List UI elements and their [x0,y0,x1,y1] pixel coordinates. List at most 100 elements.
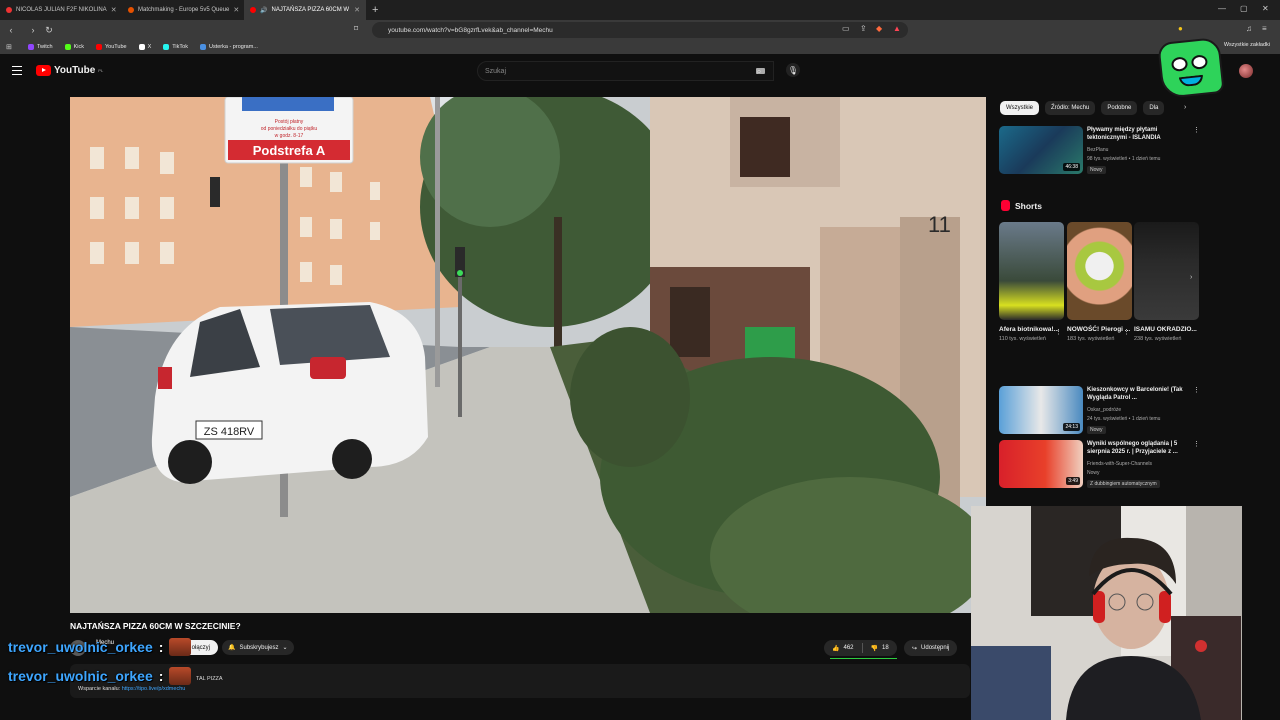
filter-chips: Wszystkie Źródło: Mechu Podobne Dla [1000,101,1165,115]
description-box[interactable]: TAL PIZZA Wsparcie kanału: https://tipo.… [70,664,970,698]
chevron-right-icon[interactable]: › [1184,104,1186,111]
close-icon[interactable]: ✕ [111,6,117,14]
media-icon[interactable]: ♫ [1246,24,1252,33]
bookmark-usterka[interactable]: Usterka - program... [199,44,258,50]
share-icon: ↪ [912,645,918,652]
share-page-icon[interactable]: ⇪ [860,24,867,33]
recommended-video[interactable]: 3:49 Wyniki wspólnego oglądania | 5 sier… [999,440,1200,490]
more-options-icon[interactable]: ⋮ [1055,328,1062,336]
chip-for-you[interactable]: Dla [1143,101,1165,115]
close-icon[interactable]: ✕ [354,6,360,14]
chevron-right-icon[interactable]: › [1190,274,1192,281]
mascot-mouth [1178,74,1204,88]
apps-grid-icon[interactable]: ⊞ [6,43,12,51]
close-icon[interactable]: ✕ [233,6,239,14]
thumbs-up-icon: 👍 [832,645,840,652]
like-button[interactable]: 👍 462 [824,645,862,652]
video-title[interactable]: Pływamy między płytami tektonicznymi - I… [1087,126,1191,143]
back-icon[interactable]: ‹ [4,25,18,35]
video-player[interactable]: 11 Postój płatny od poniedziałku do piąt… [70,97,986,613]
forward-icon[interactable]: › [26,25,40,35]
all-bookmarks-button[interactable]: Wszystkie zakładki [1224,42,1270,48]
chat-message: trevor_uwolnic_orkee : [8,638,192,656]
browser-tab[interactable]: Matchmaking - Europe 5v5 Queue ✕ [122,0,244,20]
chip-source[interactable]: Źródło: Mechu [1045,101,1096,115]
recommended-video[interactable]: 24:13 Kieszonkowcy w Barcelonie! (Tak Wy… [999,386,1200,436]
dislike-count: 18 [881,645,889,651]
webcam-feed [971,506,1242,720]
chip-similar[interactable]: Podobne [1101,101,1138,115]
youtube-icon [95,44,102,50]
video-title[interactable]: Kieszonkowcy w Barcelonie! (Tak Wygląda … [1087,386,1191,403]
url-field[interactable]: youtube.com/watch?v=bG8gzrfLvek&ab_chann… [372,22,908,38]
dislike-button[interactable]: 👎 18 [863,645,897,652]
subscribe-button[interactable]: 🔔 Subskrybujesz ⌄ [222,640,294,655]
more-options-icon[interactable]: ⋮ [1193,126,1200,134]
short-item[interactable]: Afera biotnikowa!... 110 tys. wyświetleń… [999,222,1064,344]
browser-tab-active[interactable]: 🔊 NAJTAŃSZA PIZZA 60CM W ✕ [244,0,366,20]
chip-all[interactable]: Wszystkie [1000,101,1039,115]
shorts-heading: Shorts [1001,200,1042,211]
video-thumbnail[interactable]: 3:49 [999,440,1083,488]
rewards-icon[interactable]: ▲ [893,24,901,33]
tab-title: Matchmaking - Europe 5v5 Queue [138,7,230,13]
share-button[interactable]: ↪ Udostępnij [904,640,958,656]
bell-icon: 🔔 [228,645,236,651]
sign-title: Podstrefa A [253,143,326,158]
maximize-icon[interactable]: ▢ [1240,4,1248,13]
bookmark-label: TikTok [172,44,188,50]
reload-icon[interactable]: ↻ [42,25,56,36]
short-thumbnail[interactable] [999,222,1064,320]
hamburger-menu-icon[interactable] [12,66,22,76]
twitch-icon [28,44,34,50]
search-button[interactable]: ⌕ [745,61,773,81]
short-item[interactable]: NOWOŚĆ! Pierogi ... 183 tys. wyświetleń … [1067,222,1132,344]
bookmark-tiktok[interactable]: TikTok [163,44,188,50]
recommended-video[interactable]: 46:38 Pływamy między płytami tektoniczny… [999,126,1200,176]
video-thumbnail[interactable]: 46:38 [999,126,1083,174]
short-title[interactable]: ISAMU OKRADZIO... [1134,325,1199,334]
bookmark-kick[interactable]: Kick [64,44,84,50]
bookmark-icon[interactable]: ⌑ [354,24,358,33]
search-input[interactable]: Szukaj [477,61,774,81]
extension-icon[interactable]: ● [1178,24,1183,33]
bookmark-youtube[interactable]: YouTube [95,44,127,50]
voice-search-button[interactable]: 🎙 [786,63,800,77]
browser-menu-icon[interactable]: ≡ [1262,24,1267,33]
video-channel[interactable]: Oskar_podróże [1087,407,1121,413]
browser-tab[interactable]: NICOLAS JULIAN F2F NIKOLINA ✕ [0,0,122,20]
more-options-icon[interactable]: ⋮ [1123,328,1130,336]
tab-title: NICOLAS JULIAN F2F NIKOLINA [16,7,107,13]
youtube-play-icon [36,65,51,76]
minimize-icon[interactable]: — [1218,4,1226,13]
close-window-icon[interactable]: ✕ [1262,4,1269,13]
bookmark-twitch[interactable]: Twitch [28,44,53,50]
shorts-icon [1001,200,1010,211]
short-item[interactable]: ISAMU OKRADZIO... 238 tys. wyświetleń [1134,222,1199,344]
chat-emote-icon [169,667,192,685]
short-thumbnail[interactable] [1134,222,1199,320]
video-duration: 46:38 [1063,163,1080,171]
chat-username: trevor_uwolnic_orkee [8,668,153,684]
youtube-logo[interactable]: YouTube PL [36,65,103,76]
more-options-icon[interactable]: ⋮ [1193,386,1200,394]
mascot-eye [1190,54,1209,70]
user-avatar[interactable] [1239,64,1253,78]
new-tab-button[interactable]: + [366,4,384,16]
video-thumbnail[interactable]: 24:13 [999,386,1083,434]
bookmark-x[interactable]: X [138,44,152,50]
tab-title: NAJTAŃSZA PIZZA 60CM W [271,7,350,13]
cast-icon[interactable]: ▭ [842,24,850,33]
description-snippet: TAL PIZZA [196,676,223,682]
brave-shield-icon[interactable]: ◆ [876,24,882,33]
short-thumbnail[interactable] [1067,222,1132,320]
video-title[interactable]: Wyniki wspólnego oglądania | 5 sierpnia … [1087,440,1191,457]
video-title: NAJTAŃSZA PIZZA 60CM W SZCZECINIE? [70,621,241,631]
video-channel[interactable]: Friends-with-Super-Channels [1087,461,1152,467]
more-options-icon[interactable]: ⋮ [1193,440,1200,448]
bookmarks-bar: ⊞ Twitch Kick YouTube X TikTok Usterka -… [0,40,1280,54]
video-channel[interactable]: BezPlanu [1087,147,1108,153]
bookmark-label: X [147,44,152,50]
support-link[interactable]: https://tipo.live/p/xdmechu [122,686,186,692]
youtube-header: YouTube PL Szukaj ⌕ 🎙 🔔 [0,54,1280,90]
